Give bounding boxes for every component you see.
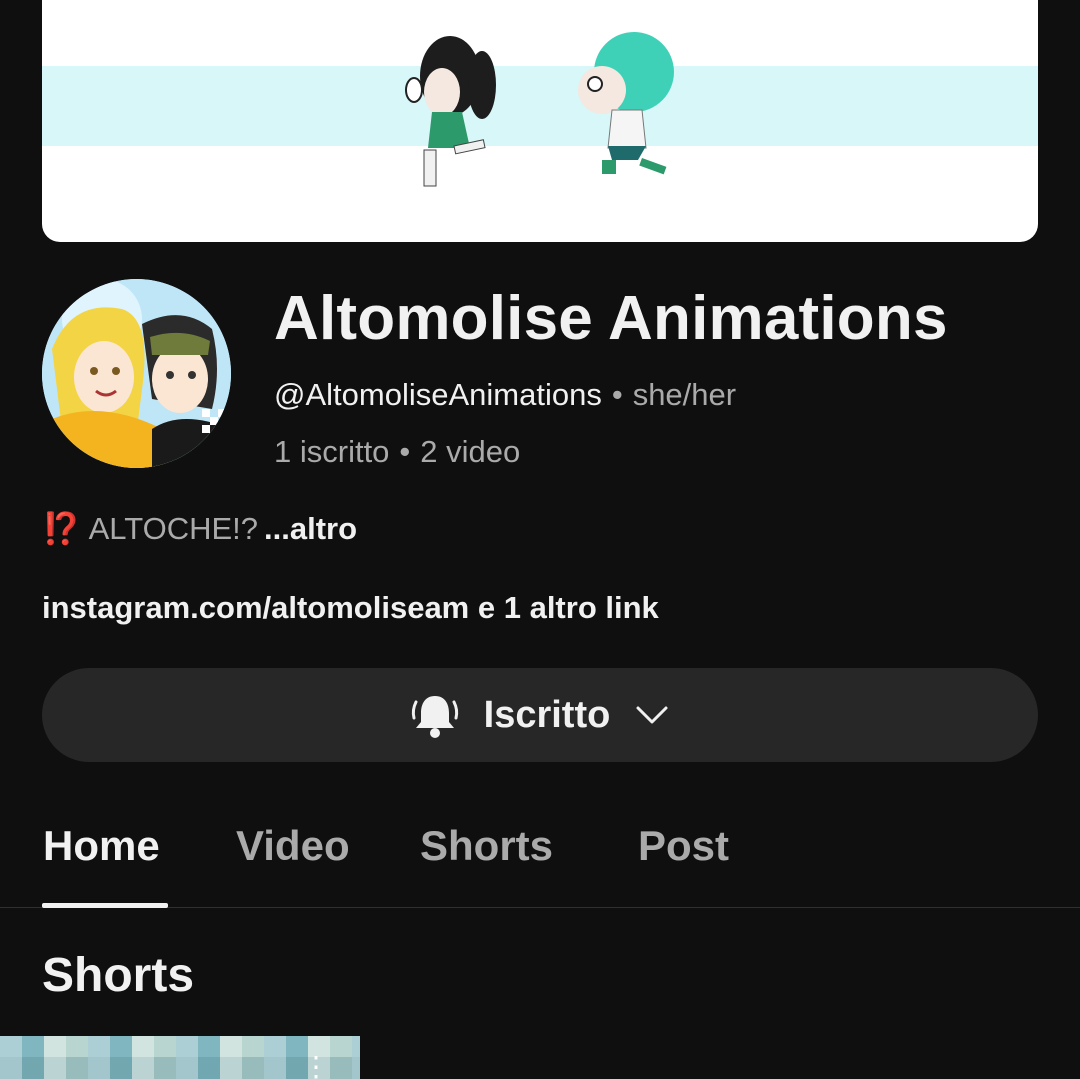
avatar-image xyxy=(42,279,231,468)
channel-links[interactable]: instagram.com/altomoliseam e 1 altro lin… xyxy=(42,590,659,626)
chevron-down-icon xyxy=(632,695,672,735)
channel-banner[interactable] xyxy=(42,0,1038,242)
banner-character-dark-hair xyxy=(405,36,496,187)
video-count: 2 video xyxy=(420,434,521,469)
banner-character-teal-hair xyxy=(578,32,674,175)
channel-description[interactable]: ⁉️ ALTOCHE!? ...altro xyxy=(42,510,357,547)
description-text: ALTOCHE!? xyxy=(88,511,259,546)
short-thumbnail[interactable]: ⋮ xyxy=(0,1036,360,1079)
subscribed-label: Iscritto xyxy=(483,693,611,736)
channel-stats: 1 iscritto • 2 video xyxy=(274,434,520,470)
more-links[interactable]: e 1 altro link xyxy=(478,590,659,625)
tab-video[interactable]: Video xyxy=(236,822,350,870)
channel-handle: @AltomoliseAnimations xyxy=(274,377,602,412)
channel-handle-row: @AltomoliseAnimations • she/her xyxy=(274,377,736,413)
tab-shorts[interactable]: Shorts xyxy=(420,822,553,870)
channel-avatar[interactable] xyxy=(42,279,231,468)
separator-dot: • xyxy=(399,434,411,469)
banner-illustration xyxy=(405,32,674,187)
subscriber-count: 1 iscritto xyxy=(274,434,390,469)
bell-ringing-icon xyxy=(408,688,462,742)
subscribed-button[interactable]: Iscritto xyxy=(42,668,1038,762)
shorts-section-title: Shorts xyxy=(42,949,195,1002)
instagram-link[interactable]: instagram.com/altomoliseam xyxy=(42,590,469,625)
description-more-link[interactable]: ...altro xyxy=(264,511,357,546)
channel-tabs: Home Video Shorts Post xyxy=(0,800,1080,908)
more-vert-icon[interactable]: ⋮ xyxy=(302,1053,330,1079)
channel-page: Altomolise Animations @AltomoliseAnimati… xyxy=(0,0,1080,1079)
active-tab-indicator xyxy=(42,903,168,908)
interrobang-emoji: ⁉️ xyxy=(42,511,81,546)
channel-title: Altomolise Animations xyxy=(274,284,948,353)
tab-post[interactable]: Post xyxy=(638,822,729,870)
tab-home[interactable]: Home xyxy=(43,822,160,870)
channel-pronouns: she/her xyxy=(632,377,737,412)
separator-dot: • xyxy=(611,377,623,412)
